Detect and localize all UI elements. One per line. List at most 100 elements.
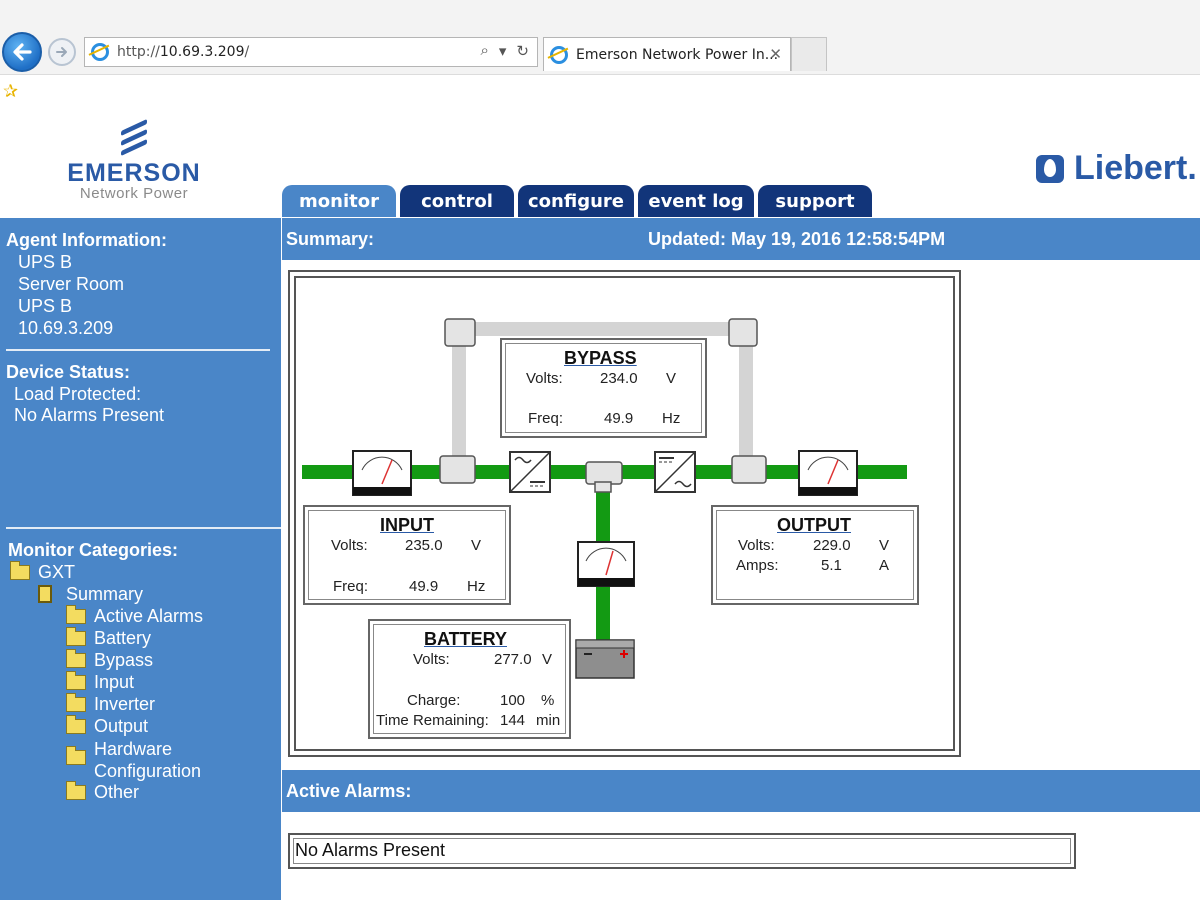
tab-support[interactable]: support xyxy=(758,185,872,217)
search-icon[interactable]: ⌕ xyxy=(480,42,488,60)
folder-icon xyxy=(66,649,86,668)
input-freq-unit: Hz xyxy=(467,578,486,595)
battery-time-label: Time Remaining: xyxy=(376,712,489,729)
folder-icon xyxy=(66,715,86,734)
input-title: INPUT xyxy=(380,515,434,535)
bypass-elbow-left xyxy=(444,318,476,347)
tree-item-other[interactable]: Other xyxy=(66,781,140,803)
agent-line: UPS B xyxy=(18,296,73,316)
input-volts-value: 235.0 xyxy=(405,537,443,554)
tree-item-hardware-configuration[interactable]: Hardware Configuration xyxy=(66,738,201,782)
tree-label: Summary xyxy=(66,584,144,604)
input-volts-label: Volts: xyxy=(331,537,368,554)
bypass-title: BYPASS xyxy=(564,348,637,368)
tab-event-log[interactable]: event log xyxy=(638,185,754,217)
folder-icon xyxy=(66,746,86,765)
bypass-volts-value: 234.0 xyxy=(600,370,638,387)
bypass-elbow-right xyxy=(728,318,758,347)
bypass-freq-unit: Hz xyxy=(662,410,681,427)
folder-icon xyxy=(66,693,86,712)
url-text[interactable]: http://10.69.3.209/ xyxy=(117,44,249,60)
input-volts-unit: V xyxy=(471,537,482,554)
dropdown-icon[interactable]: ▾ xyxy=(499,42,507,60)
ie-tab-icon xyxy=(550,45,568,64)
output-title: OUTPUT xyxy=(777,515,851,535)
tree-item-active-alarms[interactable]: Active Alarms xyxy=(66,605,203,627)
ups-diagram: BYPASS Volts: 234.0 V Freq: 49.9 Hz INPU… xyxy=(288,270,961,757)
address-bar[interactable]: http://10.69.3.209/ ⌕ ▾ ↻ xyxy=(84,37,538,67)
document-icon xyxy=(38,585,52,603)
status-line: Load Protected: xyxy=(14,384,142,404)
sidebar: Agent Information: UPS B Server Room UPS… xyxy=(0,218,281,900)
tree-item-gxt[interactable]: GXT xyxy=(10,561,76,583)
tree-item-battery[interactable]: Battery xyxy=(66,627,151,649)
input-freq-value: 49.9 xyxy=(409,578,439,595)
output-volts-unit: V xyxy=(879,537,890,554)
tree-label: Bypass xyxy=(94,650,154,670)
folder-icon xyxy=(66,781,86,800)
bypass-volts-label: Volts: xyxy=(526,370,563,387)
tab-control[interactable]: control xyxy=(400,185,514,217)
tab-configure[interactable]: configure xyxy=(518,185,634,217)
tree-item-input[interactable]: Input xyxy=(66,671,134,693)
output-amps-value: 5.1 xyxy=(821,557,842,574)
tab-title: Emerson Network Power In... xyxy=(576,46,779,63)
alarm-message: No Alarms Present xyxy=(295,840,446,860)
battery-volts-label: Volts: xyxy=(413,651,450,668)
refresh-icon[interactable]: ↻ xyxy=(516,42,529,60)
tee-connector-output xyxy=(731,455,767,484)
summary-bar: Summary: Updated: May 19, 2016 12:58:54P… xyxy=(282,218,1200,260)
agent-line: Server Room xyxy=(18,274,125,294)
tree-item-inverter[interactable]: Inverter xyxy=(66,693,156,715)
input-meter-icon xyxy=(352,450,412,496)
close-tab-icon[interactable]: ✕ xyxy=(769,45,782,63)
output-panel[interactable]: OUTPUT Volts: 229.0 V Amps: 5.1 A xyxy=(711,505,919,605)
back-button[interactable] xyxy=(2,32,42,72)
input-panel[interactable]: INPUT Volts: 235.0 V Freq: 49.9 Hz xyxy=(303,505,511,605)
battery-meter-icon xyxy=(577,541,635,587)
agent-line: UPS B xyxy=(18,252,73,272)
new-tab-button[interactable] xyxy=(791,37,827,71)
emerson-logo: EMERSON Network Power xyxy=(52,118,216,202)
battery-volts-value: 277.0 xyxy=(494,651,532,668)
tee-connector-center xyxy=(585,461,623,493)
tree-item-bypass[interactable]: Bypass xyxy=(66,649,154,671)
arrow-left-icon xyxy=(13,43,32,61)
liebert-name: Liebert. xyxy=(1074,149,1197,187)
liebert-mark-icon xyxy=(1036,154,1064,183)
tree-item-output[interactable]: Output xyxy=(66,715,149,737)
bypass-line-top xyxy=(452,322,746,336)
tree-label: GXT xyxy=(38,562,76,582)
favorites-bar: ✰ xyxy=(0,74,1200,110)
bypass-panel[interactable]: BYPASS Volts: 234.0 V Freq: 49.9 Hz xyxy=(500,338,707,438)
updated-timestamp: Updated: May 19, 2016 12:58:54PM xyxy=(648,229,946,249)
rectifier-icon xyxy=(509,451,551,493)
favorites-star-icon[interactable]: ✰ xyxy=(3,81,18,102)
battery-panel[interactable]: BATTERY Volts: 277.0 V Charge: 100 % Tim… xyxy=(368,619,571,739)
battery-volts-unit: V xyxy=(542,651,553,668)
tree-label: Other xyxy=(94,782,140,802)
summary-title: Summary: xyxy=(286,229,375,249)
forward-button[interactable] xyxy=(48,38,76,66)
battery-time-unit: min xyxy=(536,712,561,729)
browser-tab[interactable]: Emerson Network Power In... ✕ xyxy=(543,37,791,71)
agent-line: 10.69.3.209 xyxy=(18,318,114,338)
tree-label: Output xyxy=(94,716,149,736)
input-freq-label: Freq: xyxy=(333,578,369,595)
battery-charge-label: Charge: xyxy=(407,692,461,709)
output-amps-unit: A xyxy=(879,557,890,574)
folder-icon xyxy=(10,561,30,580)
status-line: No Alarms Present xyxy=(14,405,165,425)
tree-item-summary[interactable]: Summary xyxy=(38,584,143,605)
agent-info-heading: Agent Information: xyxy=(6,230,167,250)
ie-page-icon xyxy=(91,43,109,61)
folder-icon xyxy=(66,671,86,690)
active-alarms-title: Active Alarms: xyxy=(286,781,412,801)
browser-chrome: http://10.69.3.209/ ⌕ ▾ ↻ Emerson Networ… xyxy=(0,0,1200,110)
tree-label: Inverter xyxy=(94,694,156,714)
tab-monitor[interactable]: monitor xyxy=(282,185,396,217)
folder-icon xyxy=(66,605,86,624)
emerson-name: EMERSON xyxy=(67,159,201,187)
sidebar-divider xyxy=(6,349,270,351)
sidebar-divider xyxy=(6,527,281,529)
